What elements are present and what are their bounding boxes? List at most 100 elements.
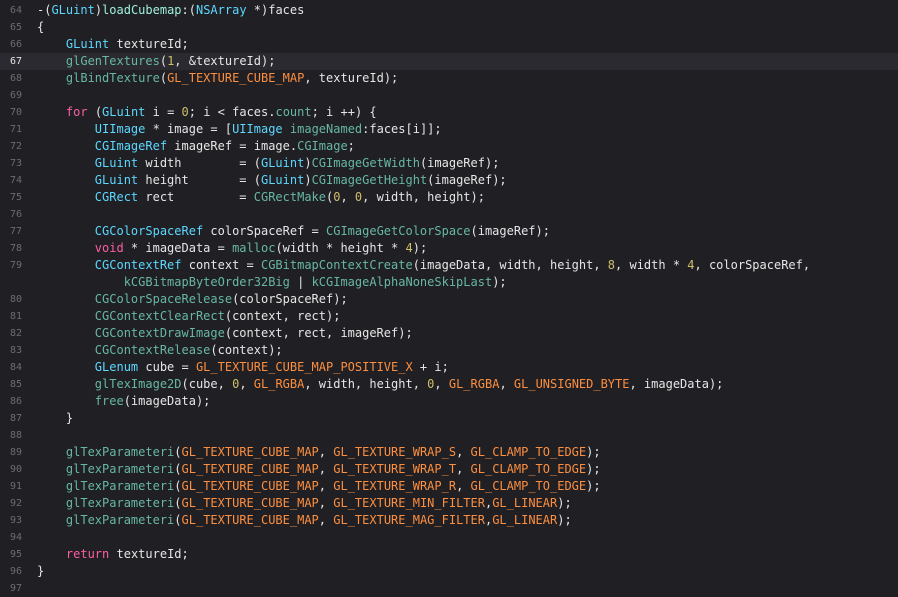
code-text[interactable]: CGColorSpaceRef colorSpaceRef = CGImageG…	[37, 223, 550, 240]
code-text[interactable]: CGColorSpaceRelease(colorSpaceRef);	[37, 291, 348, 308]
code-editor[interactable]: 64 -(GLuint)loadCubemap:(NSArray *)faces 6…	[0, 2, 898, 594]
code-line-continuation[interactable]: kCGBitmapByteOrder32Big | kCGImageAlphaN…	[0, 274, 898, 291]
code-line-74[interactable]: 74 GLuint height = (GLuint)CGImageGetHei…	[0, 172, 898, 189]
code-line-96[interactable]: 96}	[0, 563, 898, 580]
line-number: 75	[9, 192, 22, 203]
code-text[interactable]: glTexParameteri(GL_TEXTURE_CUBE_MAP, GL_…	[37, 495, 572, 512]
code-line-89[interactable]: 89 glTexParameteri(GL_TEXTURE_CUBE_MAP, …	[0, 444, 898, 461]
code-text[interactable]: CGRect rect = CGRectMake(0, 0, width, he…	[37, 189, 485, 206]
code-token: GLuint	[260, 156, 305, 170]
code-line-93[interactable]: 93 glTexParameteri(GL_TEXTURE_CUBE_MAP, …	[0, 512, 898, 529]
line-number: 96	[9, 566, 22, 577]
code-line-83[interactable]: 83 CGContextRelease(context);	[0, 342, 898, 359]
code-token: imageRef = image.	[167, 139, 298, 153]
code-text[interactable]: for (GLuint i = 0; i < faces.count; i ++…	[37, 104, 377, 121]
code-text[interactable]: void * imageData = malloc(width * height…	[37, 240, 427, 257]
code-text[interactable]: {	[37, 19, 44, 36]
code-line-79[interactable]: 79 CGContextRef context = CGBitmapContex…	[0, 257, 898, 274]
code-line-64[interactable]: 64 -(GLuint)loadCubemap:(NSArray *)faces	[0, 2, 898, 19]
code-text[interactable]: glTexParameteri(GL_TEXTURE_CUBE_MAP, GL_…	[37, 444, 601, 461]
code-line-70[interactable]: 70 for (GLuint i = 0; i < faces.count; i…	[0, 104, 898, 121]
code-text[interactable]: glTexImage2D(cube, 0, GL_RGBA, width, he…	[37, 376, 724, 393]
code-token: (context);	[210, 343, 283, 357]
code-line-72[interactable]: 72 CGImageRef imageRef = image.CGImage;	[0, 138, 898, 155]
code-line-77[interactable]: 77 CGColorSpaceRef colorSpaceRef = CGIma…	[0, 223, 898, 240]
code-line-66[interactable]: 66 GLuint textureId;	[0, 36, 898, 53]
code-line-78[interactable]: 78 void * imageData = malloc(width * hei…	[0, 240, 898, 257]
code-text[interactable]: return textureId;	[37, 546, 189, 563]
code-text[interactable]: glTexParameteri(GL_TEXTURE_CUBE_MAP, GL_…	[37, 461, 601, 478]
code-line-73[interactable]: 73 GLuint width = (GLuint)CGImageGetWidt…	[0, 155, 898, 172]
code-text[interactable]: }	[37, 410, 73, 427]
code-text[interactable]: CGContextRef context = CGBitmapContextCr…	[37, 257, 810, 274]
code-token: ,	[318, 496, 334, 510]
code-text[interactable]: GLuint width = (GLuint)CGImageGetWidth(i…	[37, 155, 500, 172]
code-text[interactable]: GLenum cube = GL_TEXTURE_CUBE_MAP_POSITI…	[37, 359, 449, 376]
code-text[interactable]: glBindTexture(GL_TEXTURE_CUBE_MAP, textu…	[37, 70, 398, 87]
code-text[interactable]: kCGBitmapByteOrder32Big | kCGImageAlphaN…	[37, 274, 507, 291]
code-text[interactable]: glGenTextures(1, &textureId);	[37, 53, 276, 70]
code-token: CGImageGetHeight	[311, 173, 428, 187]
line-number: 64	[9, 5, 22, 16]
code-text[interactable]: }	[37, 563, 44, 580]
code-text[interactable]: glTexParameteri(GL_TEXTURE_CUBE_MAP, GL_…	[37, 478, 601, 495]
code-line-95[interactable]: 95 return textureId;	[0, 546, 898, 563]
code-line-69[interactable]: 69	[0, 87, 898, 104]
code-line-84[interactable]: 84 GLenum cube = GL_TEXTURE_CUBE_MAP_POS…	[0, 359, 898, 376]
code-line-90[interactable]: 90 glTexParameteri(GL_TEXTURE_CUBE_MAP, …	[0, 461, 898, 478]
line-number: 74	[9, 175, 22, 186]
code-line-86[interactable]: 86 free(imageData);	[0, 393, 898, 410]
code-token: CGColorSpaceRelease	[94, 292, 233, 306]
code-token: ,	[318, 462, 334, 476]
code-line-94[interactable]: 94	[0, 529, 898, 546]
code-line-65[interactable]: 65 {	[0, 19, 898, 36]
code-token: (imageData, width, height,	[412, 258, 608, 272]
code-line-82[interactable]: 82 CGContextDrawImage(context, rect, ima…	[0, 325, 898, 342]
code-text[interactable]: GLuint textureId;	[37, 36, 189, 53]
code-text[interactable]: CGContextClearRect(context, rect);	[37, 308, 341, 325]
code-line-81[interactable]: 81 CGContextClearRect(context, rect);	[0, 308, 898, 325]
code-token: |	[289, 275, 312, 289]
code-text[interactable]: CGImageRef imageRef = image.CGImage;	[37, 138, 355, 155]
code-lines[interactable]: 64 -(GLuint)loadCubemap:(NSArray *)faces 6…	[0, 2, 898, 597]
code-line-71[interactable]: 71 UIImage * image = [UIImage imageNamed…	[0, 121, 898, 138]
code-token: glTexParameteri	[65, 445, 175, 459]
code-line-75[interactable]: 75 CGRect rect = CGRectMake(0, 0, width,…	[0, 189, 898, 206]
code-line-85[interactable]: 85 glTexImage2D(cube, 0, GL_RGBA, width,…	[0, 376, 898, 393]
code-line-67[interactable]: 67 glGenTextures(1, &textureId);	[0, 53, 898, 70]
code-text[interactable]: UIImage * image = [UIImage imageNamed:fa…	[37, 121, 442, 138]
code-token: GL_TEXTURE_MAG_FILTER	[333, 513, 485, 527]
code-text[interactable]: free(imageData);	[37, 393, 211, 410]
code-token: CGImageGetWidth	[311, 156, 420, 170]
code-line-91[interactable]: 91 glTexParameteri(GL_TEXTURE_CUBE_MAP, …	[0, 478, 898, 495]
code-line-88[interactable]: 88	[0, 427, 898, 444]
code-line-97[interactable]: 97	[0, 580, 898, 597]
code-token: 8	[607, 258, 616, 272]
code-line-76[interactable]: 76	[0, 206, 898, 223]
code-token: for	[65, 105, 88, 119]
code-text[interactable]: GLuint height = (GLuint)CGImageGetHeight…	[37, 172, 507, 189]
code-text[interactable]: -(GLuint)loadCubemap:(NSArray *)faces	[37, 2, 304, 19]
code-line-80[interactable]: 80 CGColorSpaceRelease(colorSpaceRef);	[0, 291, 898, 308]
code-token: GL_TEXTURE_MIN_FILTER	[333, 496, 485, 510]
code-token: * imageData =	[123, 241, 233, 255]
code-token: (imageRef);	[427, 173, 507, 187]
code-text[interactable]: CGContextDrawImage(context, rect, imageR…	[37, 325, 413, 342]
code-token: glTexParameteri	[65, 513, 175, 527]
code-line-68[interactable]: 68 glBindTexture(GL_TEXTURE_CUBE_MAP, te…	[0, 70, 898, 87]
line-number: 65	[9, 22, 22, 33]
code-line-92[interactable]: 92 glTexParameteri(GL_TEXTURE_CUBE_MAP, …	[0, 495, 898, 512]
code-text[interactable]: CGContextRelease(context);	[37, 342, 283, 359]
line-number: 72	[9, 141, 22, 152]
code-token: kCGBitmapByteOrder32Big	[123, 275, 290, 289]
code-text[interactable]: glTexParameteri(GL_TEXTURE_CUBE_MAP, GL_…	[37, 512, 572, 529]
code-token: (	[87, 105, 103, 119]
code-token: glTexParameteri	[65, 479, 175, 493]
code-line-87[interactable]: 87 }	[0, 410, 898, 427]
code-token: CGContextDrawImage	[94, 326, 225, 340]
